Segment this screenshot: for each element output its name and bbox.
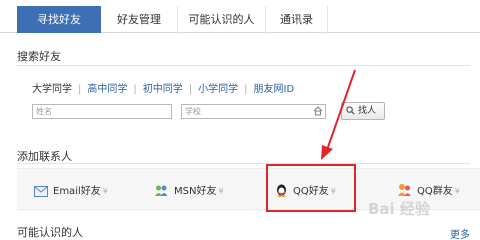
watermark: Bai 经验 [368, 200, 430, 218]
search-filter-links: 大学同学 | 高中同学 | 初中同学 | 小学同学 | 朋友网ID [32, 80, 294, 95]
home-icon[interactable] [313, 106, 323, 116]
tab-people-you-may-know[interactable]: 可能认识的人 [178, 6, 266, 33]
school-input[interactable]: 学校 [181, 104, 326, 119]
filter-pengyou-id[interactable]: 朋友网ID [254, 84, 295, 95]
msn-icon [155, 185, 168, 196]
qq-group-friends-link[interactable]: QQ群友 ¥ [397, 182, 460, 197]
find-people-button[interactable]: 找人 [341, 102, 385, 120]
filter-primary-school[interactable]: 小学同学 [198, 84, 238, 95]
search-friends-title: 搜索好友 [17, 50, 61, 63]
chevron-down-icon: ¥ [218, 187, 224, 196]
envelope-icon [34, 186, 48, 197]
msn-friends-link[interactable]: MSN好友 ¥ [154, 182, 224, 197]
name-input[interactable]: 姓名 [32, 104, 172, 119]
msn-friends-label: MSN好友 [174, 186, 217, 197]
add-contacts-title: 添加联系人 [17, 150, 72, 163]
separator: | [244, 84, 248, 95]
tab-contacts[interactable]: 通讯录 [266, 6, 328, 33]
separator: | [188, 84, 193, 95]
search-icon [346, 106, 355, 115]
separator: | [78, 84, 82, 95]
separator: | [133, 84, 137, 95]
top-tab-bar: 寻找好友 好友管理 可能认识的人 通讯录 [0, 0, 480, 33]
filter-university[interactable]: 大学同学 [32, 84, 72, 95]
divider [17, 65, 470, 66]
highlight-box [266, 164, 356, 212]
filter-middle-school[interactable]: 初中同学 [143, 84, 183, 95]
chevron-down-icon: ¥ [102, 187, 108, 196]
email-friends-label: Email好友 [53, 186, 101, 197]
email-friends-link[interactable]: Email好友 ¥ [34, 182, 108, 197]
qq-group-friends-label: QQ群友 [417, 186, 453, 197]
qq-group-icon [398, 184, 411, 196]
divider [17, 163, 470, 164]
filter-high-school[interactable]: 高中同学 [87, 84, 127, 95]
chevron-down-icon: ¥ [454, 187, 460, 196]
tab-friend-management[interactable]: 好友管理 [101, 6, 178, 33]
find-people-label: 找人 [358, 106, 377, 116]
more-link[interactable]: 更多 [450, 226, 470, 240]
tab-find-friends[interactable]: 寻找好友 [17, 6, 101, 33]
people-you-may-know-title: 可能认识的人 [17, 226, 83, 239]
